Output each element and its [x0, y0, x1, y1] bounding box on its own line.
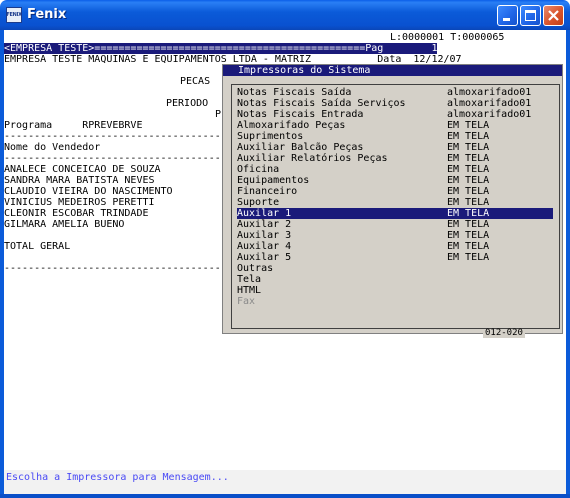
printer-item[interactable]: Notas Fiscais Saída Serviços almoxarifado… — [237, 98, 553, 109]
printer-value: EM TELA — [447, 153, 490, 164]
vendedor-row: SANDRA MARA BATISTA NEVES — [4, 175, 155, 186]
printer-item[interactable]: Suprimentos EM TELA — [237, 131, 553, 142]
vendedor-column-header: Nome do Vendedor — [4, 142, 101, 153]
terminal-area[interactable]: L:0000001 T:0000065 <EMPRESA TESTE>=====… — [4, 30, 566, 494]
window-frame-bottom — [0, 494, 570, 498]
minimize-icon — [503, 18, 510, 21]
printer-value: EM TELA — [447, 120, 490, 131]
printer-label: Oficina — [237, 164, 280, 175]
maximize-icon — [525, 10, 536, 21]
printer-list[interactable]: Notas Fiscais Saída almoxarifado01 Notas … — [231, 84, 560, 329]
printer-item[interactable]: Equipamentos EM TELA — [237, 175, 553, 186]
maximize-button[interactable] — [520, 5, 541, 26]
printer-label: Outras — [237, 263, 274, 274]
vendedor-row: CLEONIR ESCOBAR TRINDADE — [4, 208, 149, 219]
printer-value: EM TELA — [447, 164, 490, 175]
printer-item[interactable]: Almoxarifado Peças EM TELA — [237, 120, 553, 131]
status-bar: Escolha a Impressora para Mensagem... — [4, 470, 566, 494]
printer-label: Auxilar 4 — [237, 241, 292, 252]
printer-value: almoxarifado01 — [447, 87, 532, 98]
printer-item[interactable]: Auxilar 4 EM TELA — [237, 241, 553, 252]
printer-item[interactable]: Auxilar 2 EM TELA — [237, 219, 553, 230]
printer-item[interactable]: Tela — [237, 274, 553, 285]
status-message: Escolha a Impressora para Mensagem... — [6, 472, 229, 483]
vendedor-row: VINICIUS MEDEIROS PERETTI — [4, 197, 155, 208]
printer-label: Financeiro — [237, 186, 298, 197]
printer-item[interactable]: Oficina EM TELA — [237, 164, 553, 175]
printer-value: EM TELA — [447, 175, 490, 186]
separator-line: ------------------------------------- — [4, 263, 227, 274]
printer-label: Auxilar 3 — [237, 230, 292, 241]
vendedor-row: GILMARA AMELIA BUENO — [4, 219, 125, 230]
minimize-button[interactable] — [497, 5, 518, 26]
printer-item[interactable]: HTML — [237, 285, 553, 296]
window-title: Fenix — [27, 7, 67, 22]
printer-label: Tela — [237, 274, 262, 285]
printer-item-selected[interactable]: Auxilar 1 EM TELA — [237, 208, 553, 219]
printer-value: EM TELA — [447, 142, 490, 153]
printer-item[interactable]: Auxiliar Balcão Peças EM TELA — [237, 142, 553, 153]
window-frame-right — [566, 30, 570, 498]
app-icon[interactable]: FENIX — [6, 7, 22, 23]
printer-label: Auxiliar Relatórios Peças — [237, 153, 388, 164]
printer-item[interactable]: Auxiliar Relatórios Peças EM TELA — [237, 153, 553, 164]
printer-item-disabled: Fax — [237, 296, 553, 307]
printer-value: EM TELA — [447, 186, 490, 197]
separator-line: ------------------------------------- — [4, 153, 227, 164]
vendedor-row: ANALECE CONCEICAO DE SOUZA — [4, 164, 161, 175]
printer-value: EM TELA — [447, 131, 490, 142]
record-counters: L:0000001 T:0000065 — [390, 32, 505, 43]
p-label: P — [215, 109, 222, 120]
printer-selection-dialog[interactable]: Impressoras do Sistema Notas Fiscais Saí… — [222, 64, 563, 338]
printer-value: EM TELA — [447, 219, 490, 230]
printer-label: Notas Fiscais Saída Serviços — [237, 98, 406, 109]
title-bar[interactable]: FENIX Fenix — [0, 0, 570, 30]
printer-label: Notas Fiscais Entrada — [237, 109, 364, 120]
report-header-row: <EMPRESA TESTE>=========================… — [4, 43, 438, 54]
total-label: TOTAL GERAL — [4, 241, 71, 252]
printer-label: Auxilar 2 — [237, 219, 292, 230]
printer-label: Suporte — [237, 197, 280, 208]
printer-item[interactable]: Financeiro EM TELA — [237, 186, 553, 197]
printer-label: Equipamentos — [237, 175, 310, 186]
printer-item[interactable]: Notas Fiscais Entrada almoxarifado01 — [237, 109, 553, 120]
printer-value: EM TELA — [447, 241, 490, 252]
printer-item[interactable]: Auxilar 5 EM TELA — [237, 252, 553, 263]
printer-value: EM TELA — [447, 230, 490, 241]
printer-label: Notas Fiscais Saída — [237, 87, 352, 98]
vendedor-row: CLAUDIO VIEIRA DO NASCIMENTO — [4, 186, 173, 197]
separator-line: ------------------------------------- — [4, 131, 227, 142]
printer-value: EM TELA — [447, 252, 490, 263]
printer-item[interactable]: Outras — [237, 263, 553, 274]
printer-label: Auxilar 5 — [237, 252, 292, 263]
printer-label: Almoxarifado Peças — [237, 120, 346, 131]
printer-label: HTML — [237, 285, 262, 296]
printer-value: almoxarifado01 — [447, 109, 532, 120]
periodo-label: PERIODO — [166, 98, 209, 109]
printer-label: Auxiliar Balcão Peças — [237, 142, 364, 153]
close-icon — [548, 10, 559, 21]
printer-value: almoxarifado01 — [447, 98, 532, 109]
programa-line: Programa RPREVEBRVE — [4, 120, 143, 131]
printer-label: Auxilar 1 — [237, 208, 292, 219]
close-button[interactable] — [543, 5, 564, 26]
printer-item[interactable]: Auxilar 3 EM TELA — [237, 230, 553, 241]
printer-item[interactable]: Notas Fiscais Saída almoxarifado01 — [237, 87, 553, 98]
pecas-label: PECAS — [180, 76, 211, 87]
printer-label: Fax — [237, 296, 256, 307]
dialog-title: Impressoras do Sistema — [223, 65, 562, 76]
printer-value: EM TELA — [447, 197, 490, 208]
printer-item[interactable]: Suporte EM TELA — [237, 197, 553, 208]
list-position-indicator: 012-020 — [483, 328, 525, 338]
printer-value: EM TELA — [447, 208, 490, 219]
printer-label: Suprimentos — [237, 131, 304, 142]
